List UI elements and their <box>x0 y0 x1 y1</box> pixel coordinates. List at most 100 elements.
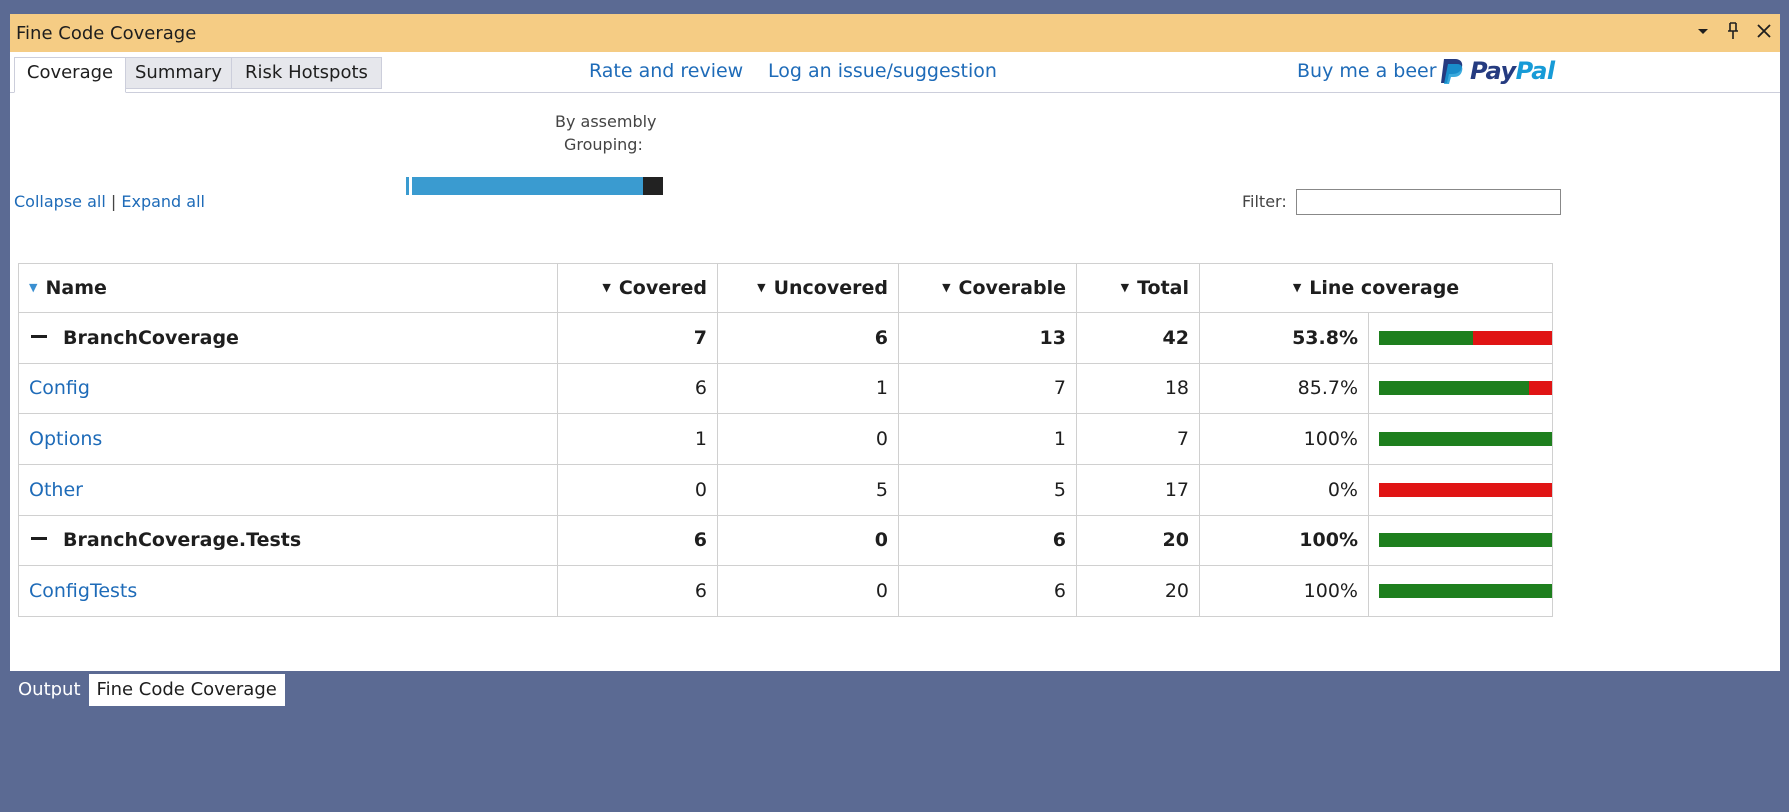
line-coverage-bar <box>1379 381 1552 396</box>
tree-controls: Collapse all | Expand all <box>14 192 205 211</box>
bottom-tab-output[interactable]: Output <box>10 674 89 706</box>
log-issue-link[interactable]: Log an issue/suggestion <box>768 60 997 82</box>
tab-risk-hotspots[interactable]: Risk Hotspots <box>231 57 382 89</box>
name-cell: Config <box>18 362 558 415</box>
column-header-line-coverage[interactable]: ▼ Line coverage <box>1198 263 1554 313</box>
uncovered-cell: 1 <box>717 362 899 415</box>
line-coverage-bar-cell <box>1367 362 1554 415</box>
line-coverage-bar <box>1379 533 1552 548</box>
line-coverage-bar-cell <box>1367 463 1554 516</box>
uncovered-cell: 0 <box>717 413 899 465</box>
line-coverage-bar-cell <box>1367 565 1554 617</box>
window-title: Fine Code Coverage <box>16 22 197 44</box>
coverage-bar-marker <box>406 177 409 195</box>
grouping-selector[interactable]: By assembly <box>555 112 657 131</box>
line-coverage-bar <box>1379 432 1552 447</box>
class-name-link[interactable]: Options <box>29 428 102 450</box>
pin-icon[interactable] <box>1726 21 1742 41</box>
line-coverage-bar <box>1379 482 1552 497</box>
line-coverage-bar-cell <box>1367 413 1554 465</box>
assembly-coverage-bar <box>406 177 896 195</box>
class-row[interactable]: Options 1 0 1 7 100% <box>18 413 1554 465</box>
bottom-tab-fine-code-coverage[interactable]: Fine Code Coverage <box>88 674 285 706</box>
assembly-row[interactable]: BranchCoverage 7 6 13 42 53.8% <box>18 312 1554 364</box>
uncovered-cell: 0 <box>717 565 899 617</box>
expand-all-link[interactable]: Expand all <box>121 192 205 211</box>
line-coverage-bar-covered <box>1379 330 1474 345</box>
sort-icon: ▼ <box>602 281 611 294</box>
column-header-covered[interactable]: ▼ Covered <box>557 263 718 313</box>
bottom-tab-strip: Output Fine Code Coverage <box>10 674 285 706</box>
covered-cell: 6 <box>557 362 718 415</box>
covered-cell: 1 <box>557 413 718 465</box>
line-coverage-percent: 0% <box>1199 463 1369 516</box>
covered-cell: 6 <box>557 514 718 567</box>
paypal-icon <box>1441 59 1463 84</box>
tab-summary[interactable]: Summary <box>125 57 232 89</box>
column-header-label: Uncovered <box>773 277 888 299</box>
line-coverage-bar-covered <box>1379 432 1552 447</box>
column-header-uncovered[interactable]: ▼ Uncovered <box>717 263 899 313</box>
assembly-row[interactable]: BranchCoverage.Tests 6 0 6 20 100% <box>18 514 1554 567</box>
filter-label: Filter: <box>1242 192 1287 211</box>
close-icon[interactable] <box>1756 21 1772 41</box>
coverable-cell: 6 <box>898 514 1077 567</box>
name-cell: Other <box>18 463 558 516</box>
class-row[interactable]: Other 0 5 5 17 0% <box>18 463 1554 516</box>
name-cell: BranchCoverage.Tests <box>18 514 558 567</box>
class-name-link[interactable]: Config <box>29 377 90 399</box>
line-coverage-bar-uncovered <box>1379 482 1552 497</box>
column-header-label: Covered <box>618 277 707 299</box>
line-coverage-bar-cell <box>1367 514 1554 567</box>
rate-and-review-link[interactable]: Rate and review <box>589 60 743 82</box>
covered-cell: 0 <box>557 463 718 516</box>
line-coverage-bar-uncovered <box>1473 330 1552 345</box>
sort-icon: ▼ <box>942 281 951 294</box>
tab-coverage[interactable]: Coverage <box>14 57 126 93</box>
sort-icon: ▼ <box>757 281 766 294</box>
coverage-bar-covered <box>412 177 644 195</box>
class-name-link[interactable]: Other <box>29 479 83 501</box>
line-coverage-percent: 85.7% <box>1199 362 1369 415</box>
total-cell: 18 <box>1076 362 1200 415</box>
paypal-wordmark: PayPal <box>1470 57 1555 85</box>
column-header-coverable[interactable]: ▼ Coverable <box>898 263 1077 313</box>
coverable-cell: 1 <box>898 413 1077 465</box>
line-coverage-percent: 100% <box>1199 565 1369 617</box>
sort-icon: ▼ <box>1292 281 1302 294</box>
column-header-total[interactable]: ▼ Total <box>1076 263 1200 313</box>
total-cell: 17 <box>1076 463 1200 516</box>
collapse-all-link[interactable]: Collapse all <box>14 192 106 211</box>
collapse-toggle-icon[interactable] <box>31 334 47 338</box>
paypal-logo[interactable]: PayPal <box>1438 57 1555 85</box>
column-header-name[interactable]: ▼ Name <box>18 263 558 313</box>
class-name-link[interactable]: ConfigTests <box>29 580 137 602</box>
line-coverage-percent: 100% <box>1199 514 1369 567</box>
coverable-cell: 7 <box>898 362 1077 415</box>
title-bar: Fine Code Coverage <box>10 14 1780 52</box>
buy-me-a-beer-link[interactable]: Buy me a beer <box>1297 60 1437 82</box>
assembly-name: BranchCoverage <box>63 326 239 349</box>
name-cell: ConfigTests <box>18 565 558 617</box>
line-coverage-bar-uncovered <box>1528 381 1552 396</box>
dropdown-icon[interactable] <box>1696 21 1712 41</box>
tree-controls-separator: | <box>110 192 117 211</box>
line-coverage-bar-cell <box>1367 312 1554 364</box>
name-cell: Options <box>18 413 558 465</box>
class-row[interactable]: ConfigTests 6 0 6 20 100% <box>18 565 1554 617</box>
line-coverage-bar <box>1379 330 1552 345</box>
sort-icon: ▼ <box>1120 281 1130 294</box>
uncovered-cell: 6 <box>717 312 899 364</box>
line-coverage-percent: 100% <box>1199 413 1369 465</box>
assembly-name: BranchCoverage.Tests <box>63 529 302 552</box>
collapse-toggle-icon[interactable] <box>31 537 47 541</box>
total-cell: 42 <box>1076 312 1200 364</box>
class-row[interactable]: Config 6 1 7 18 85.7% <box>18 362 1554 415</box>
sort-icon: ▼ <box>29 281 38 294</box>
filter-input[interactable] <box>1296 189 1561 215</box>
tool-window: Fine Code Coverage Coverage Summary Risk… <box>10 14 1780 671</box>
grouping-label: Grouping: <box>564 135 643 154</box>
coverage-table: ▼ Name ▼ Covered ▼ Uncovered ▼ Coverable ▼ To… <box>18 263 1554 617</box>
total-cell: 20 <box>1076 514 1200 567</box>
line-coverage-bar-covered <box>1379 533 1552 548</box>
